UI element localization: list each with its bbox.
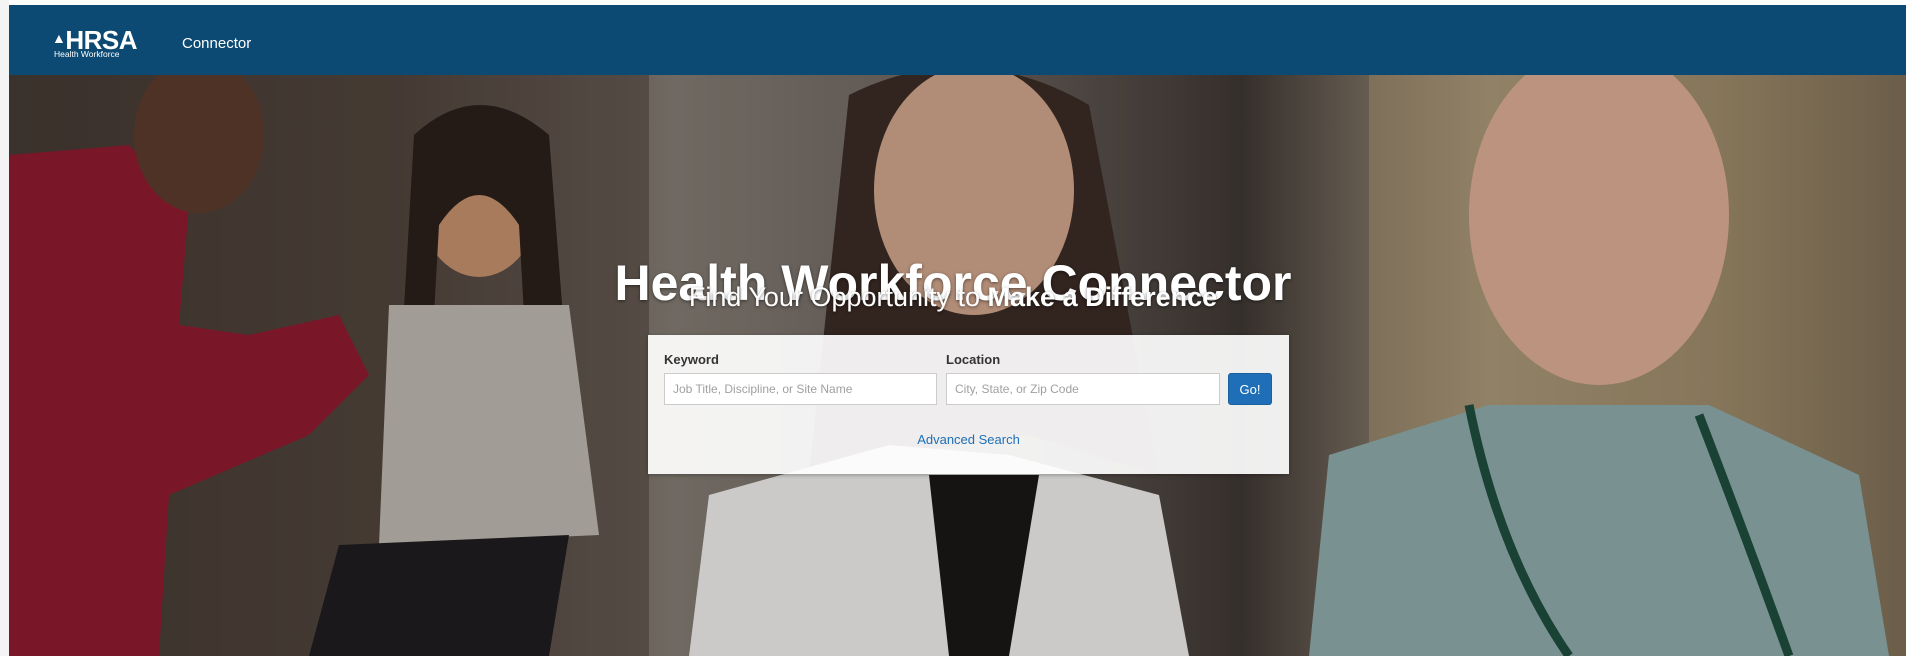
hrsa-logo[interactable]: ▲HRSA Health Workforce (52, 25, 168, 61)
top-nav-bar: ▲HRSA Health Workforce Connector (9, 5, 1906, 75)
window-edge (0, 0, 9, 656)
location-label: Location (946, 352, 1001, 367)
search-panel: Keyword Location Go! Advanced Search (648, 335, 1289, 474)
hero-subtitle-regular: Find Your Opportunity to (688, 282, 988, 312)
advanced-search-link[interactable]: Advanced Search (648, 432, 1289, 447)
hero-subtitle: Find Your Opportunity to Make a Differen… (0, 281, 1906, 313)
location-input[interactable] (946, 373, 1220, 405)
go-button[interactable]: Go! (1228, 373, 1272, 405)
keyword-input[interactable] (664, 373, 937, 405)
hero-subtitle-bold: Make a Difference (987, 282, 1218, 312)
keyword-label: Keyword (664, 352, 719, 367)
eagle-icon: ▲ (52, 30, 66, 46)
logo-subtext: Health Workforce (54, 49, 120, 59)
app-name[interactable]: Connector (182, 35, 251, 53)
